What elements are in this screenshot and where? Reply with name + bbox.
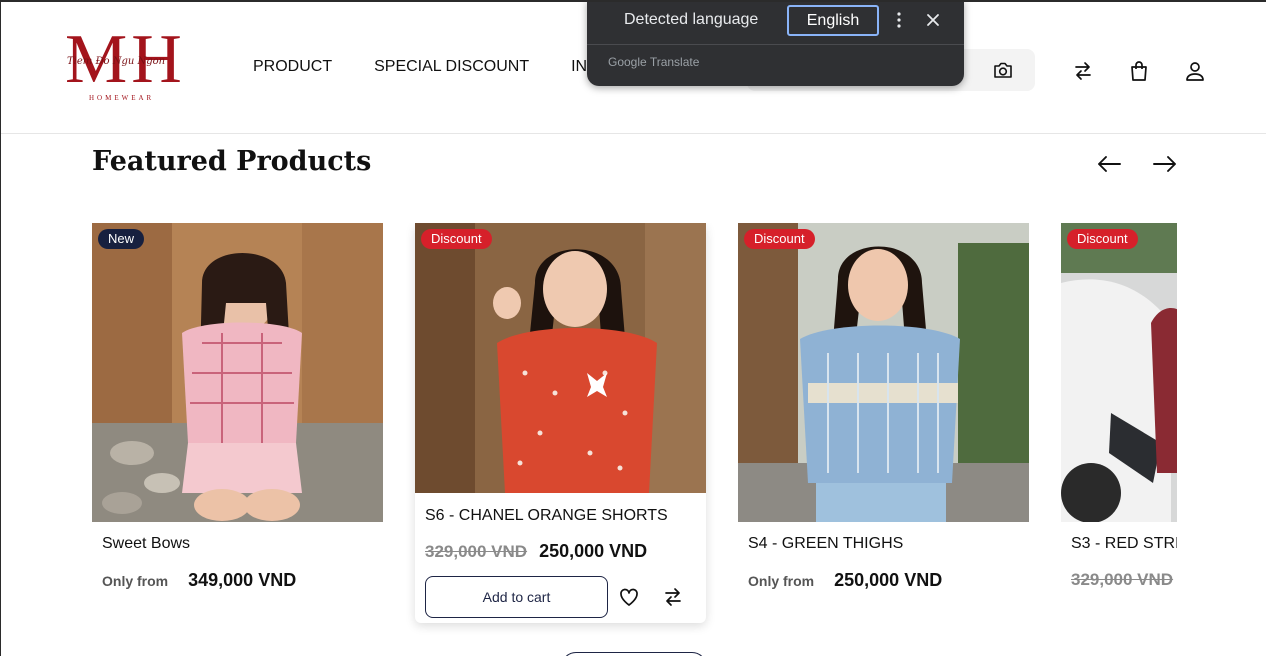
product-photo[interactable]: New (92, 223, 383, 522)
only-from-label: Only from (748, 573, 815, 589)
brand-logo[interactable]: MH Tiem Đo Ngu Ngon HOMEWEAR (65, 22, 191, 104)
product-name[interactable]: S4 - GREEN THIGHS (748, 535, 903, 553)
price-row: 329,000 VND 250,000 VND (425, 541, 647, 562)
only-from-label: Only from (102, 573, 169, 589)
product-card[interactable]: Discount S6 - CHANEL ORANGE SHORTS 329,0… (415, 223, 706, 623)
price-row: 329,000 VND (1071, 570, 1177, 590)
badge-discount: Discount (744, 229, 815, 249)
nav-item-special-discount[interactable]: SPECIAL DISCOUNT (374, 58, 529, 76)
product-photo[interactable]: Discount (738, 223, 1029, 522)
detected-language-label: Detected language (624, 11, 759, 28)
compare-icon[interactable] (1072, 60, 1094, 82)
google-translate-brand: Google Translate (608, 55, 700, 69)
close-icon[interactable] (925, 12, 941, 28)
camera-icon[interactable] (993, 61, 1013, 79)
product-name[interactable]: Sweet Bows (102, 535, 190, 553)
logo-subtitle: HOMEWEAR (89, 94, 155, 102)
view-all-button[interactable] (561, 652, 707, 656)
heart-icon[interactable] (618, 586, 640, 608)
price-row: Only from 250,000 VND (748, 570, 942, 591)
product-name[interactable]: S6 - CHANEL ORANGE SHORTS (425, 507, 668, 525)
original-price: 329,000 VND (425, 542, 528, 561)
product-name[interactable]: S3 - RED STRIP (1071, 535, 1177, 553)
badge-discount: Discount (1067, 229, 1138, 249)
page: MH Tiem Đo Ngu Ngon HOMEWEAR PRODUCT SPE… (0, 0, 1266, 656)
translate-popup: Detected language English Google Transla… (587, 2, 964, 86)
user-account-icon[interactable] (1184, 60, 1206, 82)
badge-new: New (98, 229, 145, 249)
more-options-icon[interactable] (895, 10, 903, 30)
language-button[interactable]: English (787, 5, 879, 36)
logo-script: Tiem Đo Ngu Ngon (67, 56, 166, 67)
product-photo[interactable]: Discount (1061, 223, 1177, 522)
arrow-left-icon[interactable] (1096, 154, 1122, 174)
price-row: Only from 349,000 VND (102, 570, 296, 591)
badge-discount: Discount (421, 229, 492, 249)
product-price: 250,000 VND (834, 570, 943, 590)
shopping-bag-icon[interactable] (1128, 60, 1150, 82)
original-price: 329,000 VND (1071, 570, 1174, 589)
product-carousel: New Sweet Bows Only from 349,000 VND Dis… (92, 223, 1177, 643)
product-price: 349,000 VND (188, 570, 297, 590)
section-title: Featured Products (92, 146, 372, 177)
product-photo[interactable]: Discount (415, 223, 706, 522)
compare-icon[interactable] (662, 586, 684, 608)
product-price: 250,000 VND (539, 541, 648, 561)
popup-divider (587, 44, 964, 45)
arrow-right-icon[interactable] (1152, 154, 1178, 174)
nav-item-product[interactable]: PRODUCT (253, 58, 332, 76)
add-to-cart-button[interactable]: Add to cart (425, 576, 608, 618)
